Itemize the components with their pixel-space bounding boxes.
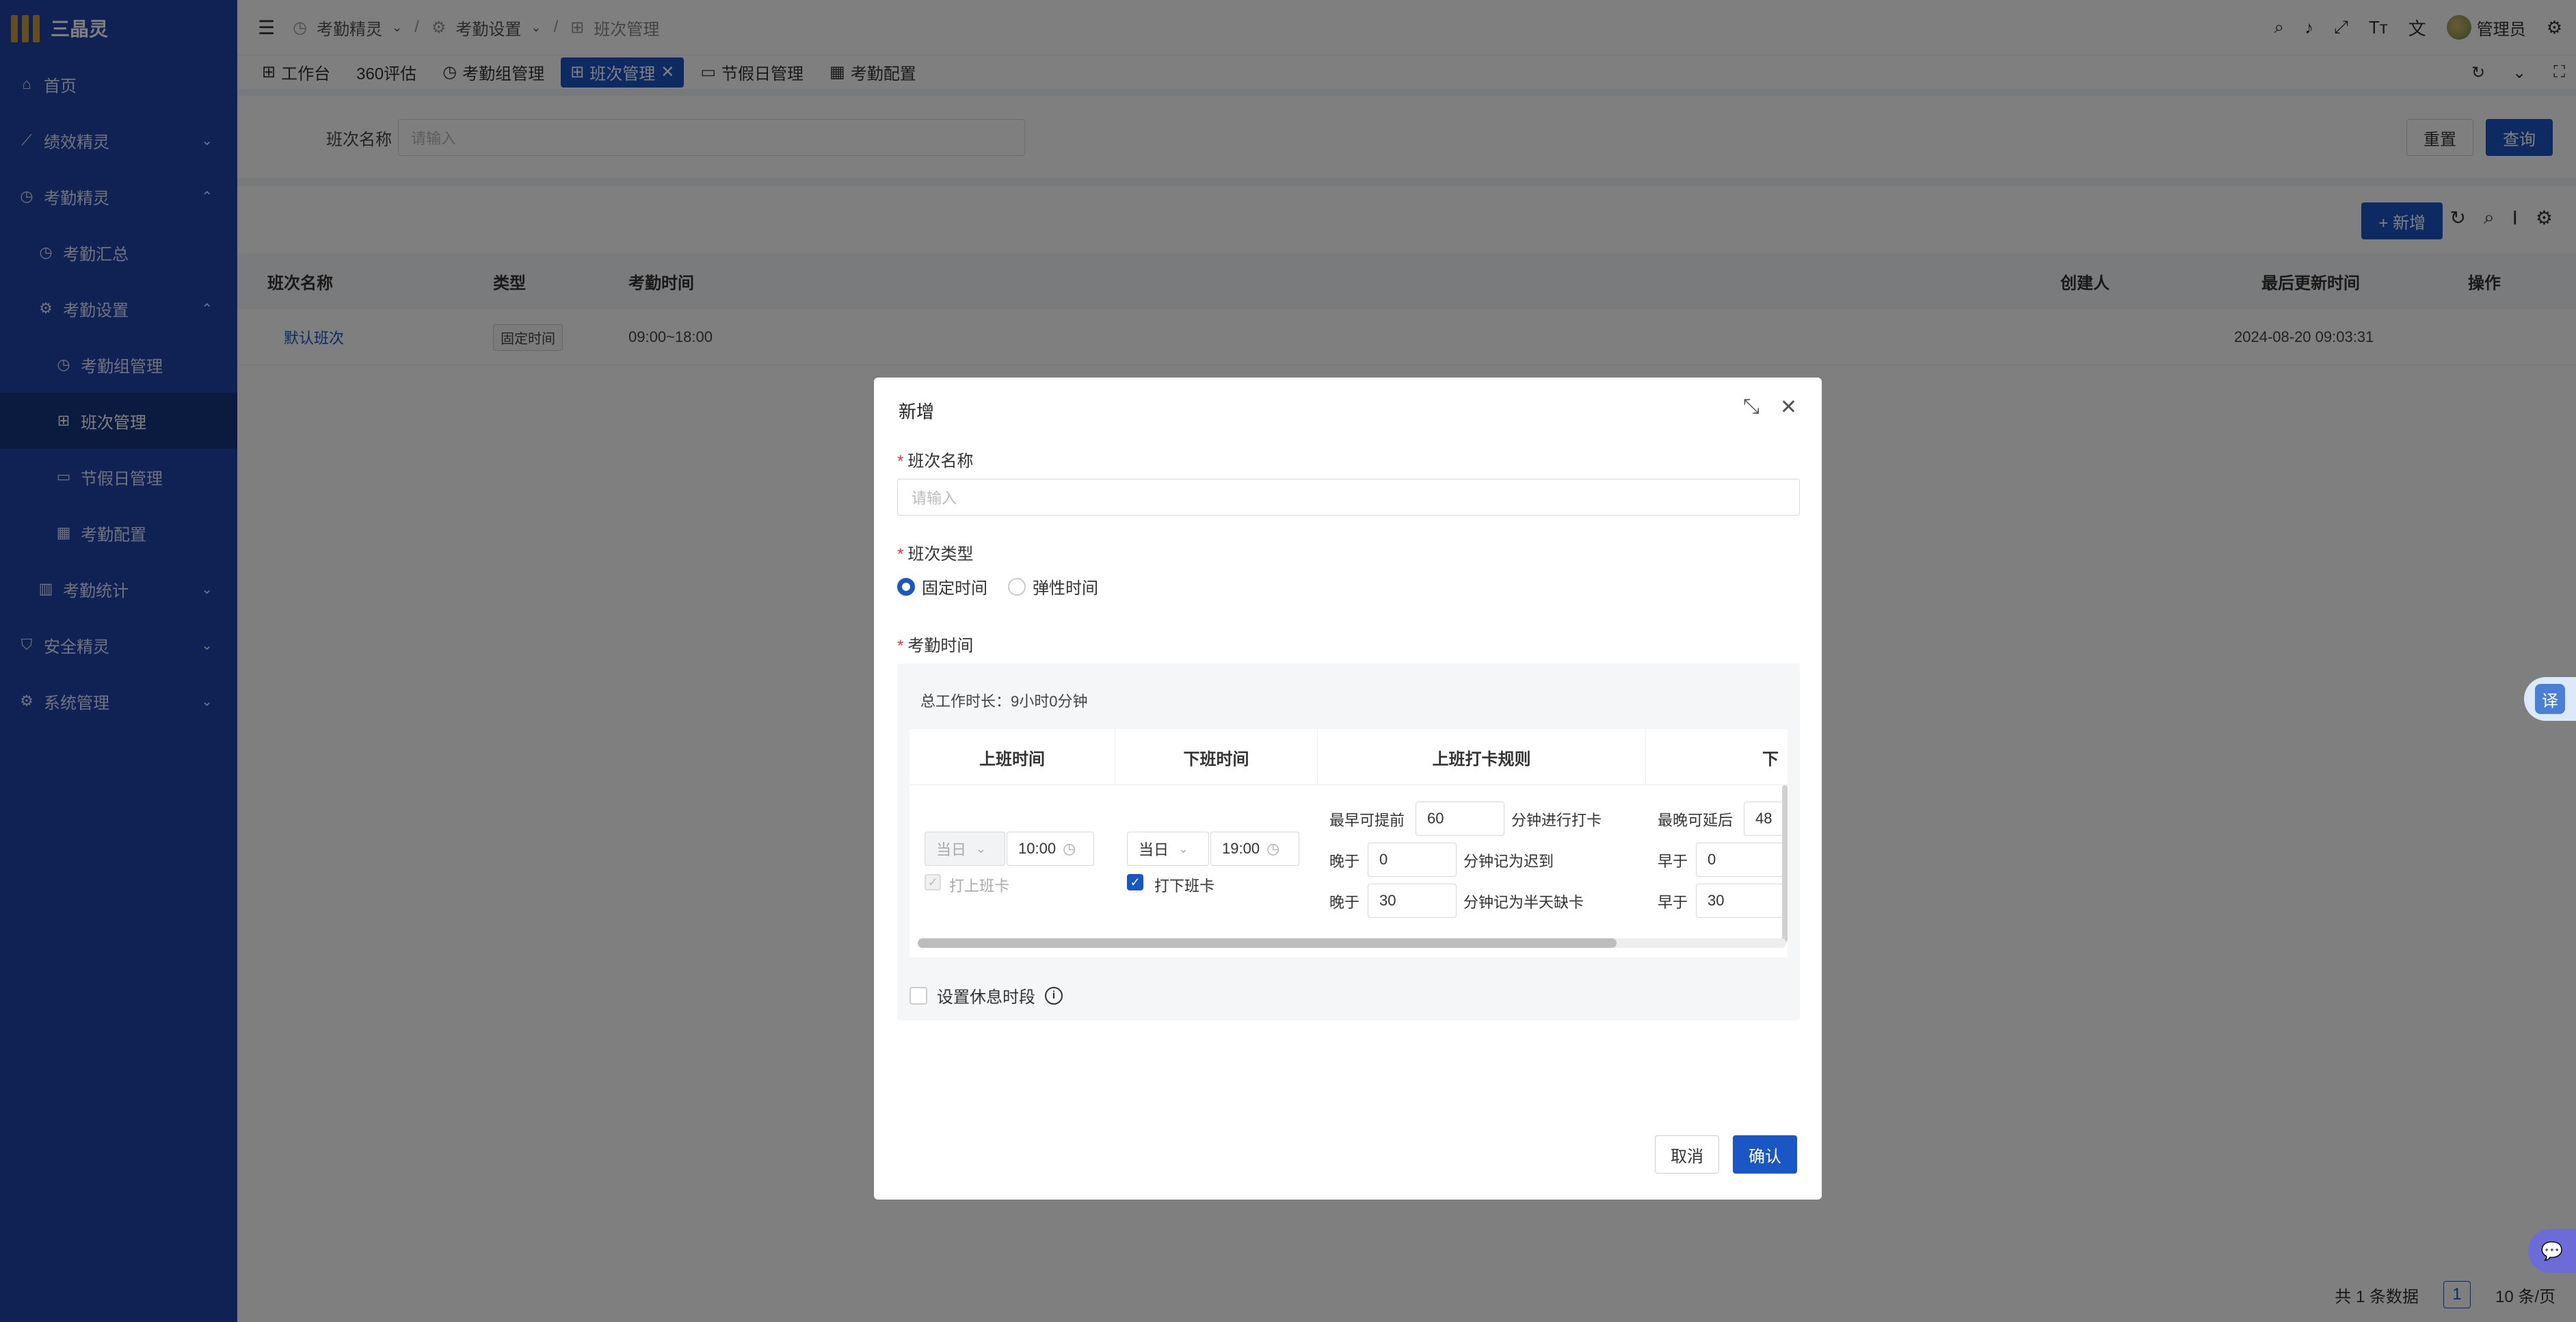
- shift-name-input[interactable]: 请输入: [897, 479, 1800, 516]
- off-punch-checkbox[interactable]: ✓: [1127, 874, 1143, 890]
- shift-name-label: * 班次名称: [897, 452, 974, 471]
- on-duty-day-select: 当日 ⌄: [925, 832, 1005, 866]
- rule-earliest-label: 最早可提前: [1329, 812, 1405, 829]
- chat-float-button[interactable]: 💬: [2528, 1229, 2576, 1273]
- rule-late-input[interactable]: 0: [1368, 843, 1457, 877]
- modal-footer: 取消 确认: [1655, 1135, 1797, 1174]
- rule-earliest-input[interactable]: 60: [1416, 802, 1504, 836]
- rule-half-suffix: 分钟记为半天缺卡: [1463, 894, 1584, 911]
- off-latest-label: 最晚可延后: [1658, 812, 1734, 829]
- shift-type-label: * 班次类型: [897, 545, 974, 564]
- off-duty-time-input[interactable]: 19:00 ◷: [1210, 832, 1299, 866]
- off-early-input[interactable]: 0: [1696, 843, 1785, 877]
- time-rules-table: 上班时间 下班时间 上班打卡规则 下 当日 ⌄ 10:00 ◷ ✓ 打上班卡 当日 ⌄…: [909, 729, 1788, 957]
- off-punch-label: 打下班卡: [1154, 877, 1215, 895]
- cancel-button[interactable]: 取消: [1655, 1135, 1719, 1174]
- shift-type-radios: 固定时间 弹性时间: [897, 574, 1098, 598]
- fullscreen-icon[interactable]: ⤡: [1743, 395, 1760, 419]
- chat-icon: 💬: [2540, 1240, 2564, 1261]
- rule-late-label: 晚于: [1329, 853, 1360, 870]
- scroll-thumb[interactable]: [918, 938, 1617, 948]
- translate-float-button[interactable]: 译: [2524, 677, 2576, 721]
- rest-period-label: 设置休息时段: [937, 988, 1035, 1007]
- total-work-duration: 总工作时长：9小时0分钟: [920, 693, 1088, 710]
- attendance-time-panel: 总工作时长：9小时0分钟 上班时间 下班时间 上班打卡规则 下 当日 ⌄ 10:0…: [897, 663, 1800, 1020]
- rule-earliest-suffix: 分钟进行打卡: [1511, 812, 1602, 829]
- radio-fixed-time[interactable]: 固定时间: [897, 574, 987, 598]
- clock-icon: ◷: [1063, 840, 1076, 857]
- clock-icon: ◷: [1266, 840, 1280, 857]
- translate-icon: 译: [2535, 684, 2565, 714]
- on-duty-time-input[interactable]: 10:00 ◷: [1007, 832, 1094, 866]
- rest-period-row: 设置休息时段 i: [909, 983, 1063, 1007]
- modal-title: 新增: [899, 401, 935, 422]
- close-icon[interactable]: ✕: [1780, 395, 1797, 419]
- vertical-scrollbar[interactable]: [1782, 785, 1788, 942]
- off-duty-day-select[interactable]: 当日 ⌄: [1127, 832, 1209, 866]
- on-punch-label: 打上班卡: [949, 877, 1010, 895]
- horizontal-scrollbar[interactable]: [918, 938, 1786, 948]
- rest-period-checkbox[interactable]: [909, 986, 927, 1005]
- rule-half-label: 晚于: [1329, 894, 1360, 911]
- rule-half-input[interactable]: 30: [1368, 884, 1457, 918]
- on-punch-checkbox: ✓: [925, 874, 941, 890]
- attendance-time-label: * 考勤时间: [897, 637, 974, 655]
- off-latest-input[interactable]: 48: [1744, 802, 1788, 836]
- add-shift-modal: 新增 ⤡ ✕ * 班次名称 请输入 * 班次类型 固定时间 弹性时间 * 考勤时间 总…: [874, 378, 1822, 1200]
- rule-late-suffix: 分钟记为迟到: [1463, 853, 1554, 870]
- time-rules-header: 上班时间 下班时间 上班打卡规则 下: [909, 729, 1788, 785]
- radio-flex-time[interactable]: 弹性时间: [1008, 574, 1098, 598]
- off-early-label: 早于: [1658, 853, 1688, 870]
- info-icon[interactable]: i: [1045, 986, 1063, 1005]
- confirm-button[interactable]: 确认: [1733, 1135, 1797, 1174]
- off-early2-input[interactable]: 30: [1696, 884, 1785, 918]
- modal-tools: ⤡ ✕: [1743, 395, 1797, 419]
- off-early2-label: 早于: [1658, 894, 1688, 911]
